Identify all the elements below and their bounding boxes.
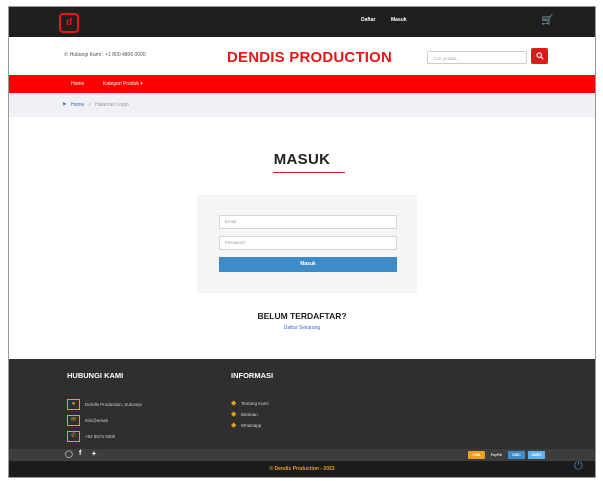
- top-bar: d Daftar Masuk 🛒: [9, 7, 595, 37]
- search-icon: [535, 52, 544, 60]
- breadcrumb-current: Halaman Login: [95, 102, 129, 108]
- nav-item-kategori[interactable]: Kategori Produk ▾: [103, 81, 143, 87]
- site-logo[interactable]: d: [59, 13, 79, 33]
- site-header: ✆ Hubungi Kami : +1 800 4806 0000 DENDIS…: [9, 37, 595, 76]
- browser-frame: d Daftar Masuk 🛒 ✆ Hubungi Kami : +1 800…: [8, 6, 596, 478]
- footer-phone[interactable]: +62 8574 0000: [85, 434, 115, 439]
- login-link[interactable]: Masuk: [391, 17, 407, 23]
- footer-contact-heading: HUBUNGI KAMI: [67, 371, 124, 380]
- page-title: MASUK: [273, 151, 331, 168]
- breadcrumb: ⚑ Home / Halaman Login: [9, 93, 595, 117]
- visa-icon: VISA: [468, 451, 485, 459]
- twitter-icon[interactable]: ✦: [91, 450, 97, 458]
- nav-item-home[interactable]: Home: [71, 81, 84, 87]
- bullet-icon: ◆: [231, 400, 237, 407]
- footer-info-heading: INFORMASI: [231, 371, 274, 380]
- header-phone: ✆ Hubungi Kami : +1 800 4806 0000: [64, 52, 146, 58]
- search-button[interactable]: [531, 48, 548, 64]
- footer-link-whatsapp[interactable]: Whatsapp: [241, 423, 261, 428]
- envelope-icon: ✉: [67, 415, 80, 426]
- copyright-text: © Dendis Production - 2023: [269, 466, 335, 472]
- cart-icon[interactable]: 🛒: [541, 15, 553, 27]
- phone-icon: ✆: [64, 52, 69, 58]
- register-now-link[interactable]: Daftar Sekarang: [9, 325, 595, 331]
- instagram-icon[interactable]: ◯: [65, 450, 73, 458]
- register-heading: BELUM TERDAFTAR?: [257, 311, 347, 321]
- scroll-top-icon[interactable]: ⏻: [574, 460, 583, 473]
- email-field[interactable]: Email: [219, 215, 397, 229]
- paypal-icon: PayPal: [488, 451, 505, 459]
- copyright-bar: © Dendis Production - 2023: [9, 461, 595, 477]
- login-button[interactable]: Masuk: [219, 257, 397, 272]
- map-marker-icon: ●: [67, 399, 80, 410]
- login-section: MASUK Email Password Masuk BELUM TERDAFT…: [9, 117, 595, 359]
- discover-icon: DISC: [508, 451, 525, 459]
- footer-link-bantuan[interactable]: Bantuan: [241, 412, 258, 417]
- phone-icon: ✆: [67, 431, 80, 442]
- facebook-icon[interactable]: f: [79, 450, 81, 457]
- amex-icon: AMEX: [528, 451, 545, 459]
- footer-link-tentang[interactable]: Tentang Kami: [241, 401, 269, 406]
- bullet-icon: ◆: [231, 411, 237, 418]
- bullet-icon: ◆: [231, 422, 237, 429]
- brand-title[interactable]: DENDIS PRODUCTION: [227, 49, 392, 66]
- password-field[interactable]: Password: [219, 236, 397, 250]
- site-footer: HUBUNGI KAMI INFORMASI ● Dendis Producti…: [9, 359, 595, 449]
- title-underline: [273, 172, 345, 173]
- home-icon[interactable]: ⚑: [62, 102, 66, 108]
- breadcrumb-home[interactable]: Home: [71, 102, 84, 108]
- search-input[interactable]: Cari produk...: [427, 51, 527, 64]
- breadcrumb-separator: /: [89, 102, 91, 108]
- login-card: Email Password Masuk: [197, 195, 417, 293]
- register-link[interactable]: Daftar: [361, 17, 375, 23]
- main-nav: Home Kategori Produk ▾: [9, 75, 595, 93]
- footer-address: Dendis Production, Sukorejo: [85, 402, 143, 407]
- social-bar: ◯ f ✦ VISA PayPal DISC AMEX: [9, 449, 595, 461]
- header-phone-text: Hubungi Kami : +1 800 4806 0000: [69, 52, 146, 58]
- footer-email[interactable]: info@email: [85, 418, 108, 423]
